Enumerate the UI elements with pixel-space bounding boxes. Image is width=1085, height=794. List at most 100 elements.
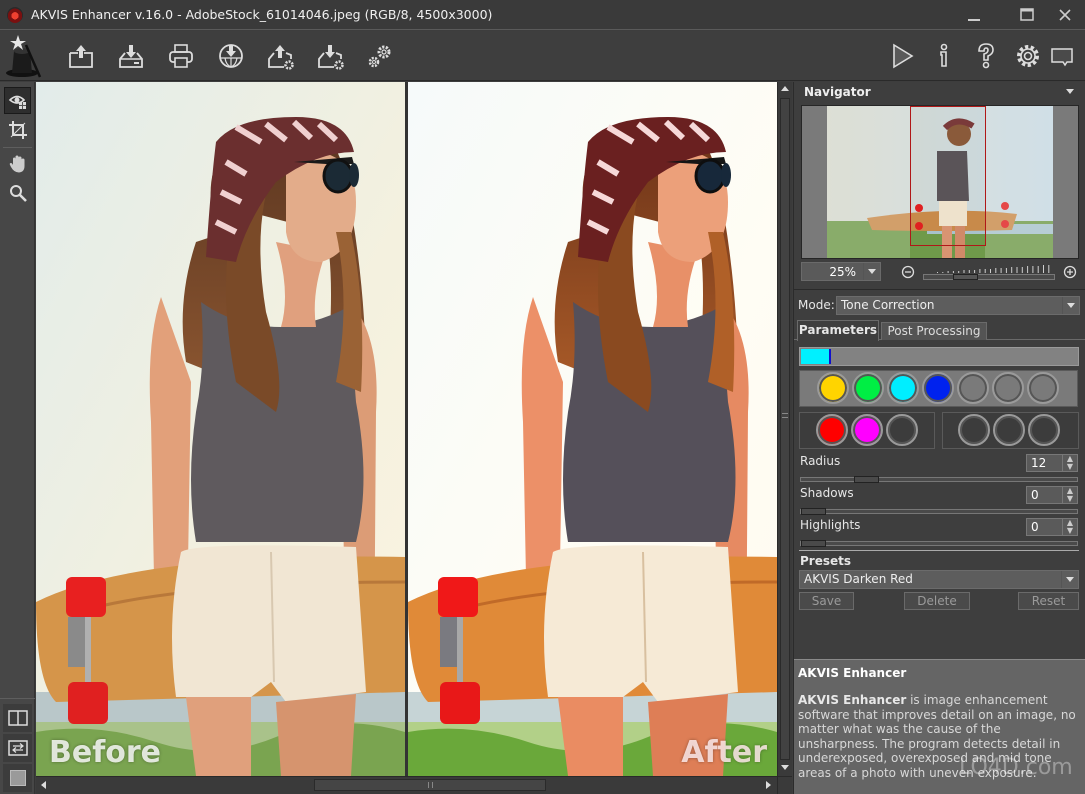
highlights-input[interactable]: 0 ▲ ▼ — [1026, 518, 1078, 536]
empty-color-swatch[interactable] — [992, 372, 1024, 404]
zoom-tick — [942, 272, 944, 273]
image-canvas[interactable]: Before After — [36, 82, 777, 776]
color-swatch[interactable] — [887, 372, 919, 404]
save-preset-button[interactable]: Save — [799, 592, 854, 610]
run-processing-button[interactable] — [885, 39, 919, 73]
shadows-input[interactable]: 0 ▲ ▼ — [1026, 486, 1078, 504]
hand-tool[interactable] — [4, 150, 31, 177]
zoom-slider-thumb[interactable] — [953, 274, 978, 280]
vertical-scrollbar[interactable] — [777, 82, 792, 776]
spin-arrows-icon[interactable]: ▲ ▼ — [1062, 519, 1077, 535]
navigator-preview[interactable] — [801, 105, 1079, 259]
vertical-scroll-thumb[interactable] — [780, 98, 790, 760]
preferences-button[interactable] — [1011, 39, 1045, 73]
chevron-down-icon — [1066, 577, 1074, 582]
slider-thumb[interactable] — [854, 476, 879, 483]
scroll-up-arrow-icon[interactable] — [781, 86, 789, 91]
zoom-tick — [947, 271, 949, 273]
switch-before-after-button[interactable] — [3, 734, 32, 762]
preview-window-tool[interactable] — [4, 87, 31, 114]
grip-icon — [782, 413, 788, 418]
hints-button[interactable] — [1045, 39, 1079, 73]
empty-color-swatch[interactable] — [1028, 414, 1060, 446]
save-image-button[interactable] — [114, 39, 148, 73]
zoom-out-icon[interactable] — [901, 265, 915, 279]
reset-preset-button[interactable]: Reset — [1018, 592, 1079, 610]
empty-color-swatch[interactable] — [957, 372, 989, 404]
two-panels-view-button[interactable] — [3, 704, 32, 732]
slider-thumb[interactable] — [801, 540, 826, 547]
zoom-tick — [974, 270, 976, 273]
scroll-right-arrow-icon[interactable] — [766, 781, 771, 789]
tools-panel — [0, 82, 35, 794]
batch-processing-button[interactable] — [363, 39, 397, 73]
zoom-tick — [958, 271, 960, 273]
watermark: LO4D.com — [959, 755, 1073, 780]
open-image-button[interactable] — [64, 39, 98, 73]
tab-parameters[interactable]: Parameters — [797, 320, 879, 341]
presets-dropdown[interactable]: AKVIS Darken Red — [799, 570, 1079, 589]
color-range-bar[interactable] — [799, 347, 1079, 366]
before-image[interactable]: Before — [36, 82, 405, 776]
empty-color-swatch[interactable] — [958, 414, 990, 446]
zoom-level-dropdown[interactable]: 25% — [801, 262, 881, 281]
collapse-arrow-icon[interactable] — [1066, 89, 1074, 94]
empty-color-swatch[interactable] — [1027, 372, 1059, 404]
spin-arrows-icon[interactable]: ▲ ▼ — [1062, 487, 1077, 503]
spin-arrows-icon[interactable]: ▲ ▼ — [1062, 455, 1077, 471]
param-label-radius: Radius — [800, 454, 841, 468]
zoom-tick — [1011, 267, 1013, 273]
globe-download-icon — [219, 44, 243, 68]
scroll-down-arrow-icon[interactable] — [781, 765, 789, 770]
navigator-viewport-frame[interactable] — [910, 106, 986, 246]
zoom-tick — [1005, 268, 1007, 273]
mode-dropdown[interactable]: Tone Correction — [836, 296, 1080, 315]
navigator-header[interactable]: Navigator — [794, 82, 1085, 102]
empty-color-swatch[interactable] — [993, 414, 1025, 446]
zoom-slider[interactable] — [923, 274, 1055, 280]
color-swatch[interactable] — [852, 372, 884, 404]
color-swatches-row-2a — [799, 412, 935, 449]
color-swatch[interactable] — [851, 414, 883, 446]
hints-text-bold: AKVIS Enhancer — [798, 693, 907, 707]
color-swatch[interactable] — [922, 372, 954, 404]
horizontal-scroll-thumb[interactable] — [314, 779, 546, 791]
scroll-left-arrow-icon[interactable] — [41, 781, 46, 789]
slider-thumb[interactable] — [801, 508, 826, 515]
radius-slider[interactable] — [800, 476, 1078, 483]
zoom-tick — [1021, 267, 1023, 273]
crop-tool[interactable] — [4, 116, 31, 143]
shadows-slider[interactable] — [800, 508, 1078, 515]
share-button[interactable] — [214, 39, 248, 73]
horizontal-scrollbar[interactable] — [36, 776, 777, 794]
delete-preset-button[interactable]: Delete — [904, 592, 970, 610]
tab-post-processing[interactable]: Post Processing — [881, 322, 987, 340]
zoom-ticks — [923, 262, 1055, 273]
load-settings-button[interactable] — [263, 39, 297, 73]
zoom-tool[interactable] — [4, 179, 31, 206]
akvis-enhancer-window: AKVIS Enhancer v.16.0 - AdobeStock_61014… — [0, 0, 1085, 794]
zoom-tick — [1032, 266, 1034, 273]
color-swatch[interactable] — [816, 414, 848, 446]
background-color-button[interactable] — [3, 764, 32, 792]
app-logo-icon — [7, 6, 23, 23]
presets-title: Presets — [800, 554, 852, 568]
crop-icon — [8, 120, 27, 139]
highlights-slider[interactable] — [800, 540, 1078, 547]
color-swatch[interactable] — [817, 372, 849, 404]
radius-input[interactable]: 12 ▲ ▼ — [1026, 454, 1078, 472]
empty-color-swatch[interactable] — [886, 414, 918, 446]
after-image[interactable]: After — [408, 82, 777, 776]
minimize-button[interactable] — [952, 0, 996, 30]
about-button[interactable] — [927, 39, 961, 73]
close-button[interactable] — [1043, 0, 1085, 30]
param-value: 0 — [1031, 520, 1039, 534]
print-button[interactable] — [164, 39, 198, 73]
save-settings-button[interactable] — [313, 39, 347, 73]
color-swatches-row-1 — [799, 370, 1078, 407]
zoom-tick — [937, 272, 938, 273]
help-button[interactable] — [969, 39, 1003, 73]
main-toolbar — [0, 31, 1085, 81]
zoom-in-icon[interactable] — [1063, 265, 1077, 279]
magic-hat-logo-icon — [6, 35, 42, 78]
